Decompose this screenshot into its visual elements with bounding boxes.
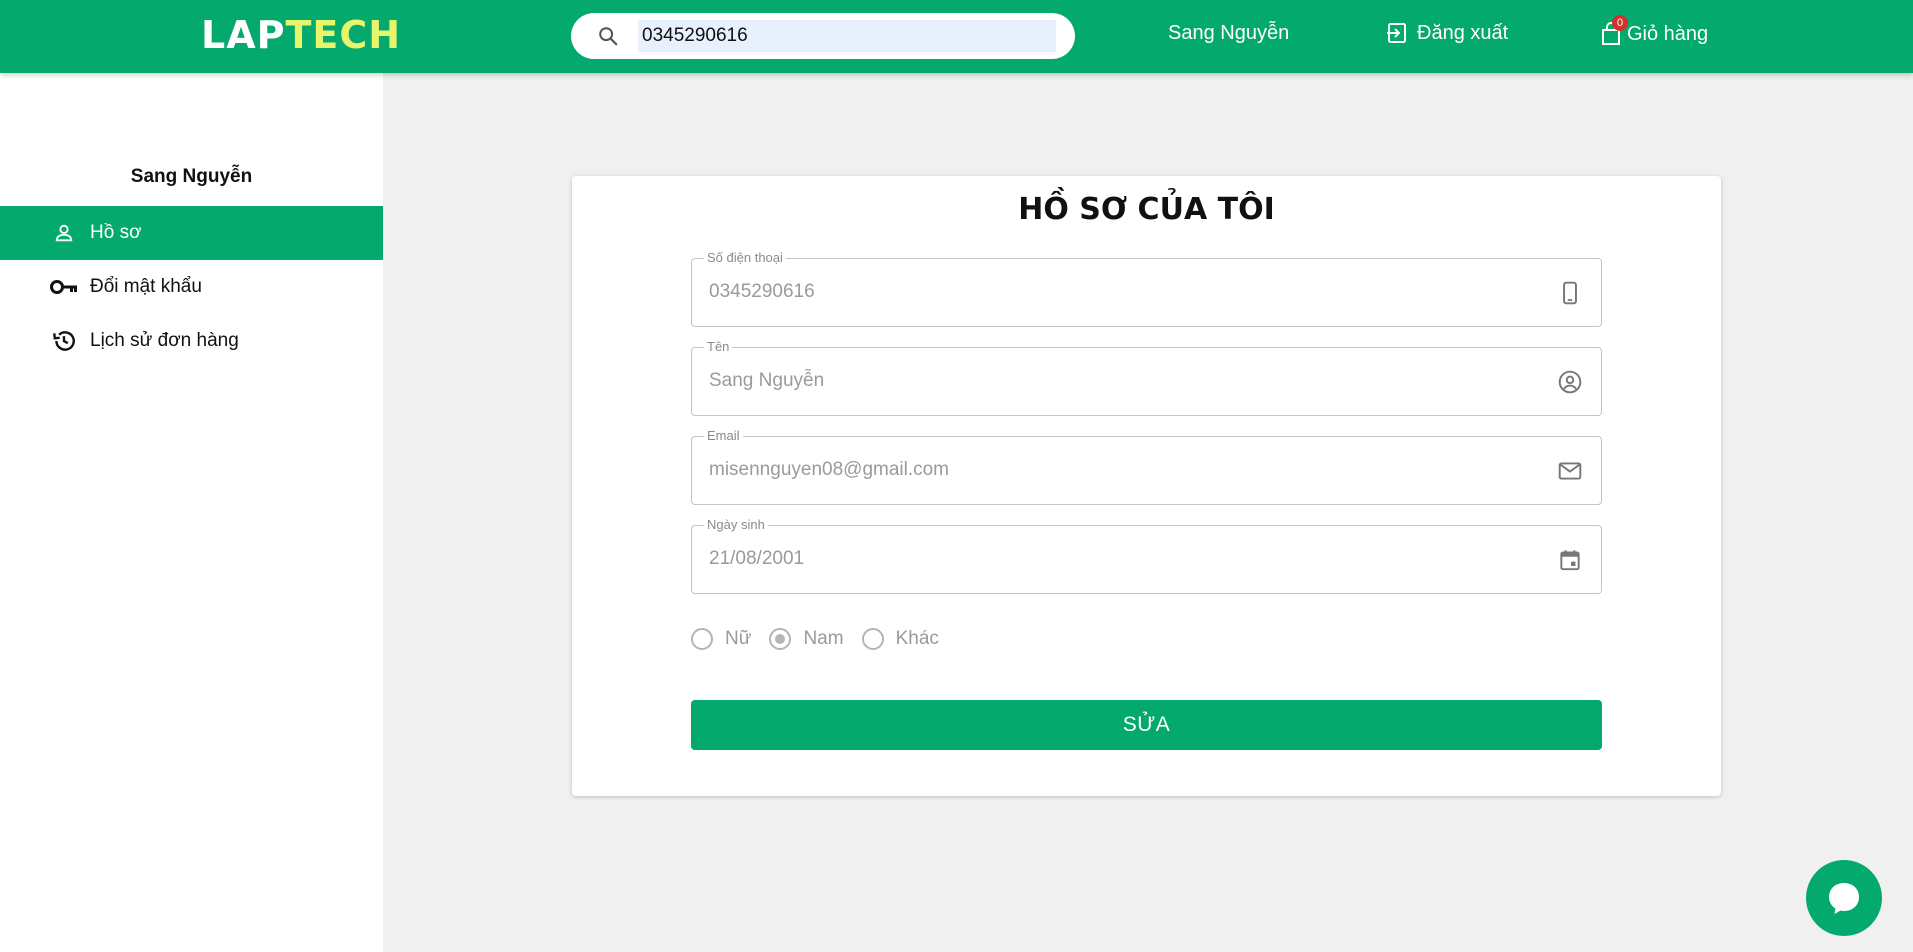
gender-option-label: Nam (803, 628, 844, 649)
radio-circle[interactable] (691, 628, 713, 650)
phone-field-label: Số điện thoại (704, 250, 786, 266)
sidebar-item-label: Lịch sử đơn hàng (90, 330, 239, 351)
scrollbar-gutter[interactable] (1896, 0, 1913, 952)
name-field-label: Tên (704, 339, 733, 355)
gender-option-other[interactable]: Khác (861, 628, 939, 650)
name-field-value: Sang Nguyễn (709, 370, 825, 391)
cart-label: Giỏ hàng (1627, 22, 1709, 45)
sidebar-item-profile[interactable]: Hồ sơ (0, 206, 383, 260)
birthday-field-label: Ngày sinh (704, 517, 768, 533)
mail-icon (1558, 462, 1582, 480)
sidebar-item-change-password[interactable]: Đổi mật khẩu (0, 260, 383, 314)
search-input[interactable] (638, 20, 1056, 52)
sidebar-user-name: Sang Nguyễn (130, 166, 253, 187)
logo-part-tech: TECH (285, 13, 402, 57)
chat-button[interactable] (1806, 860, 1882, 936)
cart-button[interactable]: 0 Giỏ hàng (1599, 15, 1709, 47)
phone-icon (1563, 281, 1577, 305)
logout-icon (1387, 23, 1406, 43)
gender-option-label: Khác (895, 628, 939, 649)
radio-circle[interactable] (861, 628, 884, 650)
logo-part-lap: LAP (201, 13, 286, 57)
email-field[interactable]: Email misennguyen08@gmail.com (691, 428, 1602, 505)
gender-radio-group: Nữ Nam Khác (691, 628, 957, 650)
history-icon (50, 327, 78, 355)
account-circle-icon (1558, 370, 1582, 394)
phone-field[interactable]: Số điện thoại 0345290616 (691, 250, 1602, 327)
gender-option-label: Nữ (725, 628, 752, 649)
email-field-value: misennguyen08@gmail.com (709, 459, 950, 480)
sidebar-item-label: Đổi mật khẩu (90, 276, 202, 297)
key-icon (50, 273, 78, 301)
radio-circle-selected[interactable] (769, 628, 792, 650)
shopping-bag-icon: 0 (1599, 15, 1628, 47)
edit-button[interactable]: SỬA (691, 700, 1602, 750)
search-bar (571, 13, 1075, 59)
search-icon[interactable] (597, 25, 619, 47)
birthday-field[interactable]: Ngày sinh 21/08/2001 (691, 517, 1602, 594)
chat-bubble-icon (1829, 883, 1859, 914)
page-title: HỒ SƠ CỦA TÔI (1018, 192, 1275, 227)
birthday-field-value: 21/08/2001 (709, 548, 805, 569)
gender-option-male[interactable]: Nam (769, 628, 844, 650)
email-field-label: Email (704, 428, 743, 444)
sidebar-item-order-history[interactable]: Lịch sử đơn hàng (0, 314, 383, 368)
laptech-logo[interactable]: LAPTECH (201, 13, 401, 57)
account-sidebar: Sang Nguyễn Hồ sơ Đổi mật khẩu Lịch sử đ… (0, 73, 383, 952)
logout-label: Đăng xuất (1417, 21, 1509, 44)
profile-card: HỒ SƠ CỦA TÔI Số điện thoại 0345290616 T… (572, 176, 1721, 796)
calendar-icon[interactable] (1557, 547, 1583, 573)
person-icon (50, 219, 78, 247)
name-field[interactable]: Tên Sang Nguyễn (691, 339, 1602, 416)
header-user-name[interactable]: Sang Nguyễn (1168, 22, 1289, 45)
logout-button[interactable]: Đăng xuất (1385, 21, 1508, 45)
cart-count-badge: 0 (1612, 15, 1628, 31)
sidebar-item-label: Hồ sơ (90, 222, 142, 243)
top-header: LAPTECH Sang Nguyễn Đăng xuất 0 Giỏ hàng (0, 0, 1913, 73)
gender-option-female[interactable]: Nữ (691, 628, 751, 650)
phone-field-value: 0345290616 (709, 281, 815, 302)
